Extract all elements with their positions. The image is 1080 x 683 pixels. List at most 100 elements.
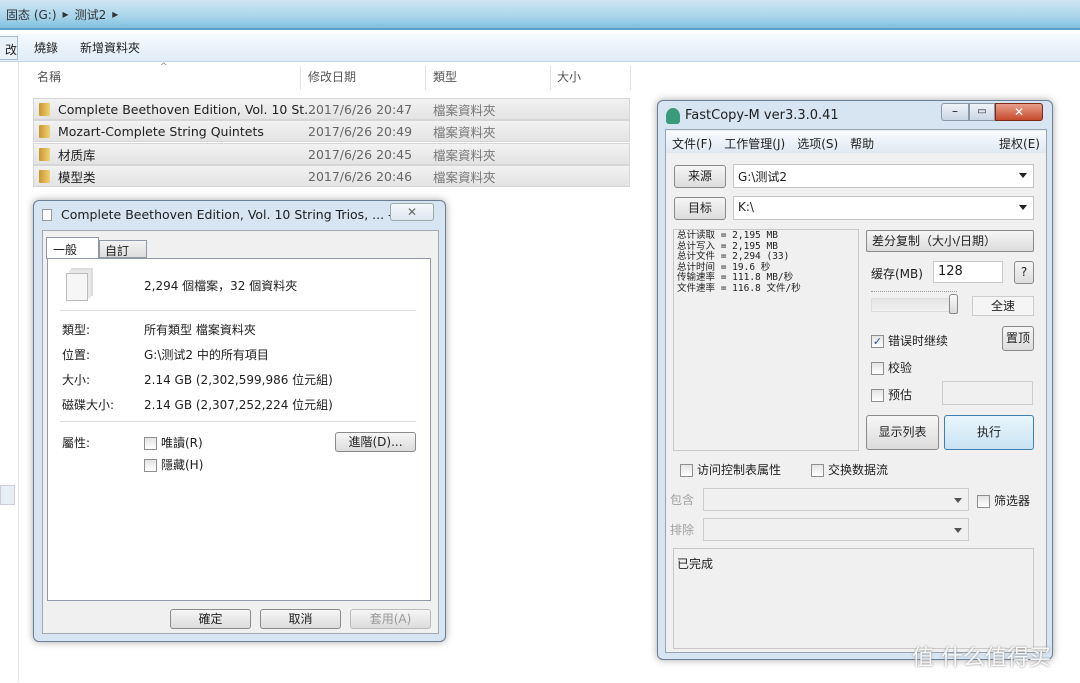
nav-pane-item[interactable] [0, 485, 15, 505]
file-row[interactable]: Mozart-Complete String Quintets 2017/6/26… [33, 120, 630, 142]
dest-button[interactable]: 目标 [674, 197, 726, 220]
execute-button[interactable]: 执行 [944, 415, 1034, 450]
hidden-checkbox[interactable]: 隱藏(H) [144, 456, 203, 473]
file-date: 2017/6/26 20:47 [308, 101, 413, 117]
new-folder-button[interactable]: 新增資料夾 [80, 39, 140, 56]
exclude-label: 排除 [670, 523, 695, 537]
verify-label: 校验 [888, 361, 913, 375]
column-type[interactable]: 類型 [433, 68, 457, 88]
source-button[interactable]: 来源 [674, 165, 726, 188]
dropdown-arrow-icon [1019, 173, 1027, 178]
file-name: Mozart-Complete String Quintets [58, 123, 264, 139]
breadcrumb-drive[interactable]: 固态 (G:) [6, 6, 57, 23]
watermark-logo: 值 什么值得买 [912, 646, 1051, 671]
menu-options[interactable]: 选项(S) [797, 135, 838, 151]
filter-checkbox[interactable]: 筛选器 [977, 492, 1030, 509]
close-button[interactable]: ✕ [995, 103, 1043, 121]
toolbar-cut-button[interactable]: 改 [0, 35, 18, 60]
show-list-button[interactable]: 显示列表 [866, 415, 939, 450]
checkbox-icon [977, 495, 990, 508]
advanced-button[interactable]: 進階(D)... [335, 432, 416, 452]
continue-on-error-label: 错误时继续 [888, 334, 949, 348]
continue-on-error-checkbox[interactable]: ✓ 错误时继续 [871, 332, 948, 349]
result-log: 总计读取 = 2,195 MB 总计写入 = 2,195 MB 总计文件 = 2… [673, 229, 859, 451]
help-button[interactable]: ? [1014, 261, 1034, 284]
checkbox-icon [811, 464, 824, 477]
slider-ticks [871, 291, 957, 294]
close-icon: ✕ [1013, 105, 1025, 119]
acl-checkbox[interactable]: 访问控制表属性 [680, 461, 781, 478]
cancel-button[interactable]: 取消 [260, 609, 341, 629]
checkbox-icon [680, 464, 693, 477]
tab-general[interactable]: 一般 [46, 237, 99, 259]
ads-checkbox[interactable]: 交换数据流 [811, 461, 888, 478]
mode-value: 差分复制（大小/日期） [872, 234, 997, 248]
file-type: 檔案資料夾 [433, 124, 496, 140]
buffer-label: 缓存(MB) [871, 267, 923, 281]
minimize-button[interactable]: – [941, 103, 969, 121]
slider-thumb[interactable] [949, 294, 958, 314]
include-label: 包含 [670, 493, 695, 507]
file-date: 2017/6/26 20:49 [308, 123, 413, 139]
type-value: 所有類型 檔案資料夾 [144, 323, 256, 337]
folder-icon [39, 147, 50, 161]
dest-value: K:\ [738, 200, 754, 214]
close-icon: ✕ [406, 205, 418, 219]
address-bar[interactable]: 固态 (G:) ▸ 测试2 ▸ [0, 0, 1080, 30]
source-input[interactable]: G:\测试2 [733, 164, 1034, 188]
burn-button[interactable]: 燒錄 [34, 39, 58, 56]
topmost-button[interactable]: 置顶 [1002, 326, 1034, 351]
dest-input[interactable]: K:\ [733, 196, 1034, 220]
file-row[interactable]: Complete Beethoven Edition, Vol. 10 St..… [33, 98, 630, 120]
fastcopy-window: FastCopy-M ver3.3.0.41 – ▭ ✕ 文件(F) 工作管理(… [657, 100, 1053, 660]
folder-icon [39, 102, 50, 116]
close-button[interactable]: ✕ [390, 203, 434, 221]
readonly-label: 唯讀(R) [161, 436, 203, 450]
menu-elevate[interactable]: 提权(E) [999, 135, 1040, 151]
type-label: 類型: [62, 323, 91, 337]
mode-select[interactable]: 差分复制（大小/日期） [866, 230, 1034, 252]
exclude-input[interactable] [703, 518, 969, 541]
files-icon [66, 273, 88, 301]
toolbar: 改 燒錄 新增資料夾 [0, 34, 1080, 62]
include-input[interactable] [703, 488, 969, 511]
ok-button[interactable]: 確定 [170, 609, 251, 629]
estimate-label: 预估 [888, 388, 913, 402]
breadcrumb-folder[interactable]: 测试2 [75, 6, 107, 23]
file-type: 檔案資料夾 [433, 102, 496, 118]
attributes-label: 屬性: [62, 436, 91, 450]
filter-label: 筛选器 [994, 494, 1031, 508]
file-row[interactable]: 模型类 2017/6/26 20:46 檔案資料夾 [33, 165, 630, 187]
checkbox-icon [871, 362, 884, 375]
menu-jobs[interactable]: 工作管理(J) [724, 135, 785, 151]
file-name: 模型类 [58, 169, 96, 185]
menu-help[interactable]: 帮助 [850, 135, 874, 151]
disk-size-value: 2.14 GB (2,307,252,224 位元組) [144, 398, 333, 412]
verify-checkbox[interactable]: 校验 [871, 359, 912, 376]
status-box: 已完成 [673, 548, 1034, 649]
menu-file[interactable]: 文件(F) [672, 135, 712, 151]
column-date[interactable]: 修改日期 [308, 68, 356, 88]
tab-custom[interactable]: 自訂 [99, 240, 147, 258]
file-name: Complete Beethoven Edition, Vol. 10 St..… [58, 101, 317, 117]
buffer-input[interactable]: 128 [933, 261, 1003, 283]
apply-button[interactable]: 套用(A) [350, 609, 431, 629]
readonly-checkbox[interactable]: 唯讀(R) [144, 434, 203, 451]
folder-icon [39, 169, 50, 183]
column-size[interactable]: 大小 [557, 68, 581, 88]
speed-slider[interactable] [871, 298, 958, 312]
checkbox-icon [871, 389, 884, 402]
file-row[interactable]: 材质库 2017/6/26 20:45 檔案資料夾 [33, 143, 630, 165]
chevron-right-icon: ▸ [112, 7, 119, 21]
dropdown-arrow-icon [954, 528, 962, 533]
estimate-checkbox[interactable]: 预估 [871, 386, 912, 403]
hidden-label: 隱藏(H) [161, 458, 204, 472]
menu-bar: 文件(F) 工作管理(J) 选项(S) 帮助 提权(E) [666, 131, 1046, 153]
source-value: G:\测试2 [738, 170, 788, 184]
checkmark-icon: ✓ [871, 335, 884, 348]
maximize-button[interactable]: ▭ [969, 103, 995, 121]
file-date: 2017/6/26 20:46 [308, 168, 413, 184]
column-name[interactable]: 名稱 [37, 68, 61, 88]
file-type: 檔案資料夾 [433, 147, 496, 163]
document-icon [42, 209, 52, 221]
